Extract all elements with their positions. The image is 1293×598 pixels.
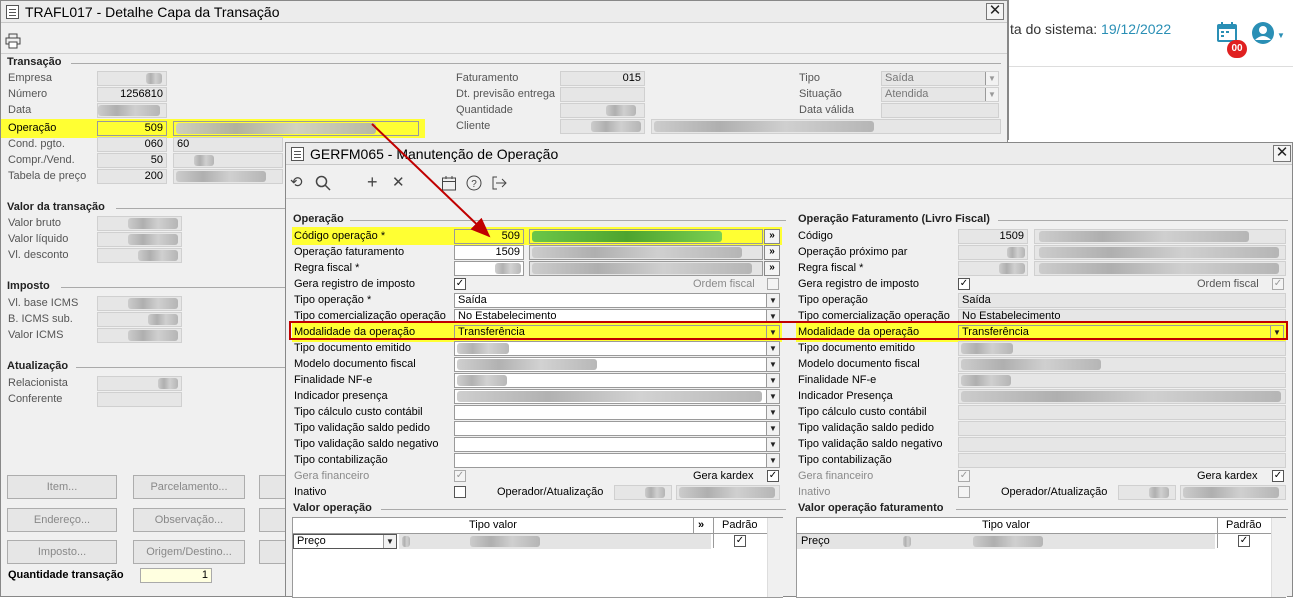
annotation-arrow	[371, 123, 491, 238]
